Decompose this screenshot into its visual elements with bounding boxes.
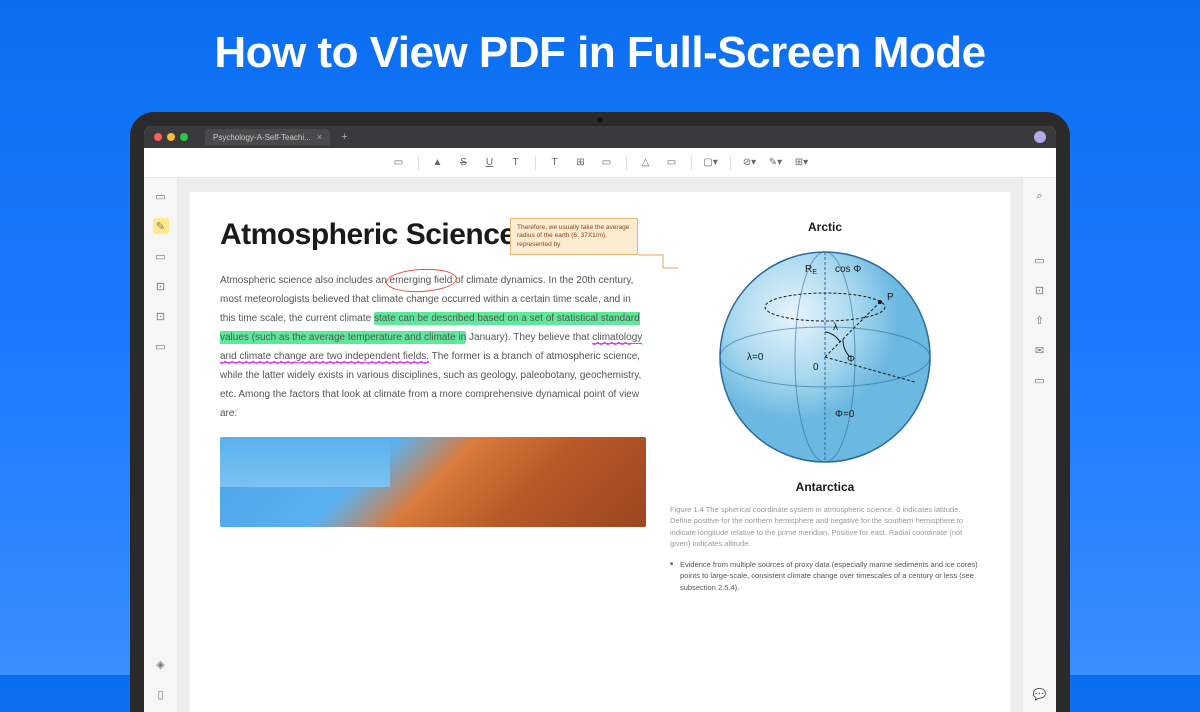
app-window: Psychology-A-Self-Teachi... × + ▭ ▲ S U … [144,126,1056,712]
shape-tool-icon[interactable]: ▢▾ [704,156,718,170]
svg-text:P: P [887,292,894,303]
svg-text:0: 0 [813,362,819,373]
attachment-tool-icon[interactable]: ⊞▾ [795,156,809,170]
camera-notch [597,117,603,123]
svg-text:Φ: Φ [847,354,855,365]
bookmark-icon[interactable]: ▯ [153,686,169,702]
text-style-tool-icon[interactable]: T [509,156,523,170]
bullet-list-item: Evidence from multiple sources of proxy … [670,559,980,593]
separator [418,156,419,170]
globe-bottom-label: Antarctica [670,480,980,494]
share-icon[interactable]: ⇧ [1032,312,1048,328]
thumbnails-icon[interactable]: ▭ [153,188,169,204]
ocr-tool-icon[interactable]: ⊡ [153,278,169,294]
separator [626,156,627,170]
document-image [220,437,646,527]
email-icon[interactable]: ✉ [1032,342,1048,358]
search-icon[interactable]: ⌕ [1032,188,1048,204]
eraser-tool-icon[interactable]: ▭ [665,156,679,170]
right-sidebar: ⌕ ▭ ⊡ ⇧ ✉ ▭ 💬 [1022,178,1056,712]
minimize-window-button[interactable] [167,133,175,141]
left-column: Atmospheric Science Atmospheric science … [220,218,646,712]
save-icon[interactable]: ▭ [1032,252,1048,268]
close-window-button[interactable] [154,133,162,141]
annotate-mode-icon[interactable]: ✎ [153,218,169,234]
globe-top-label: Arctic [670,220,980,234]
layers-icon[interactable]: ◈ [153,656,169,672]
svg-text:λ: λ [833,322,838,333]
underline-tool-icon[interactable]: U [483,156,497,170]
callout-tool-icon[interactable]: ▭ [600,156,614,170]
text-tool-icon[interactable]: T [548,156,562,170]
left-sidebar: ▭ ✎ ▭ ⊡ ⊡ ▭ ◈ ▯ [144,178,178,712]
comment-icon[interactable]: 💬 [1032,686,1048,702]
new-tab-button[interactable]: + [341,131,347,143]
maximize-window-button[interactable] [180,133,188,141]
separator [535,156,536,170]
note-connector-arrow [638,250,678,270]
document-tab[interactable]: Psychology-A-Self-Teachi... × [205,129,330,145]
pdf-page: Therefore, we usually take the average r… [190,192,1010,712]
globe-diagram: RE cos Φ λ P λ=0 0 Φ Φ=0 [705,242,945,472]
crop-tool-icon[interactable]: ⊡ [153,308,169,324]
figure-caption: Figure 1.4 The spherical coordinate syst… [670,504,980,549]
stamp-tool-icon[interactable]: ⊘▾ [743,156,757,170]
body-paragraph: Atmospheric science also includes an eme… [220,271,646,423]
separator [691,156,692,170]
note-tool-icon[interactable]: ▭ [392,156,406,170]
strikethrough-tool-icon[interactable]: S [457,156,471,170]
body-text: January). They believe that [466,332,592,343]
tab-close-icon[interactable]: × [317,132,322,142]
user-avatar[interactable] [1034,131,1046,143]
svg-text:λ=0: λ=0 [747,352,764,363]
banner-title: How to View PDF in Full-Screen Mode [0,0,1200,78]
signature-tool-icon[interactable]: ✎▾ [769,156,783,170]
separator [730,156,731,170]
print-icon[interactable]: ⊡ [1032,282,1048,298]
pencil-tool-icon[interactable]: △ [639,156,653,170]
tab-title: Psychology-A-Self-Teachi... [213,133,311,142]
textbox-tool-icon[interactable]: ⊞ [574,156,588,170]
sticky-note[interactable]: Therefore, we usually take the average r… [510,218,638,255]
globe-figure: Arctic [670,220,980,494]
laptop-frame: Psychology-A-Self-Teachi... × + ▭ ▲ S U … [130,112,1070,712]
right-column: Arctic [670,218,980,712]
highlight-tool-icon[interactable]: ▲ [431,156,445,170]
svg-text:Φ=0: Φ=0 [835,409,855,420]
svg-text:cos Φ: cos Φ [835,264,861,275]
form-tool-icon[interactable]: ▭ [153,338,169,354]
edit-mode-icon[interactable]: ▭ [153,248,169,264]
main-toolbar: ▭ ▲ S U T T ⊞ ▭ △ ▭ ▢▾ ⊘▾ ✎▾ ⊞▾ [144,148,1056,178]
document-area[interactable]: Therefore, we usually take the average r… [178,178,1022,712]
export-icon[interactable]: ▭ [1032,372,1048,388]
body-text: Atmospheric science also includes an [220,275,390,286]
workspace: ▭ ✎ ▭ ⊡ ⊡ ▭ ◈ ▯ Therefore, we usually ta… [144,178,1056,712]
circled-annotation[interactable]: emerging field [390,271,453,290]
window-titlebar: Psychology-A-Self-Teachi... × + [144,126,1056,148]
